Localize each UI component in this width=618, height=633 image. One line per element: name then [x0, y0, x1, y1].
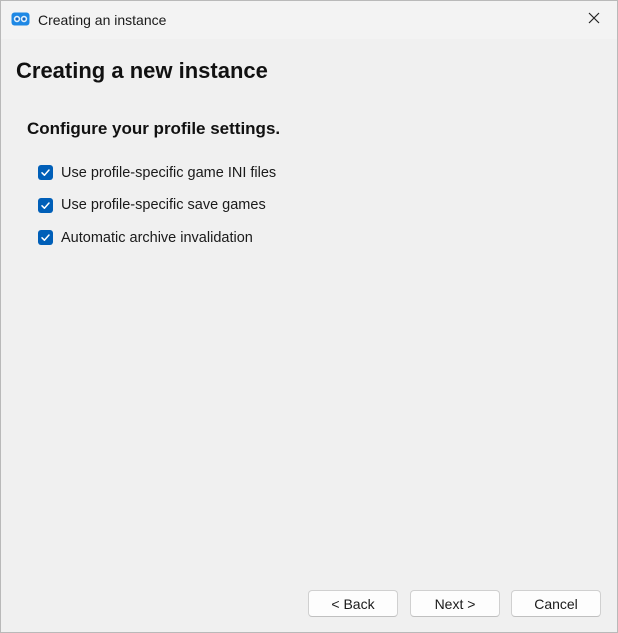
- option-profile-ini[interactable]: Use profile-specific game INI files: [38, 162, 276, 183]
- option-profile-saves[interactable]: Use profile-specific save games: [38, 195, 276, 216]
- option-label[interactable]: Automatic archive invalidation: [61, 230, 253, 246]
- checkbox-profile-saves[interactable]: [38, 197, 53, 213]
- checkbox-profile-ini[interactable]: [38, 165, 53, 180]
- window-title: Creating an instance: [38, 12, 167, 28]
- title-bar[interactable]: Creating an instance: [1, 1, 617, 39]
- option-label[interactable]: Use profile-specific game INI files: [61, 165, 276, 181]
- dialog-window: Creating an instance Creating a new inst…: [0, 0, 618, 633]
- close-icon: [588, 11, 600, 29]
- options-list: Use profile-specific game INI files Use …: [38, 162, 276, 260]
- close-button[interactable]: [571, 1, 617, 39]
- checkbox-archive-invalidation[interactable]: [38, 230, 53, 245]
- option-archive-invalidation[interactable]: Automatic archive invalidation: [38, 227, 276, 248]
- checkmark-icon: [41, 234, 50, 241]
- checkmark-icon: [41, 201, 50, 209]
- cancel-button[interactable]: Cancel: [511, 590, 601, 617]
- page-title: Creating a new instance: [16, 58, 268, 83]
- option-label[interactable]: Use profile-specific save games: [61, 197, 266, 213]
- checkmark-icon: [41, 169, 50, 176]
- back-button[interactable]: < Back: [308, 590, 398, 617]
- next-button[interactable]: Next >: [410, 590, 500, 617]
- section-heading: Configure your profile settings.: [27, 119, 281, 138]
- app-icon: [11, 12, 30, 26]
